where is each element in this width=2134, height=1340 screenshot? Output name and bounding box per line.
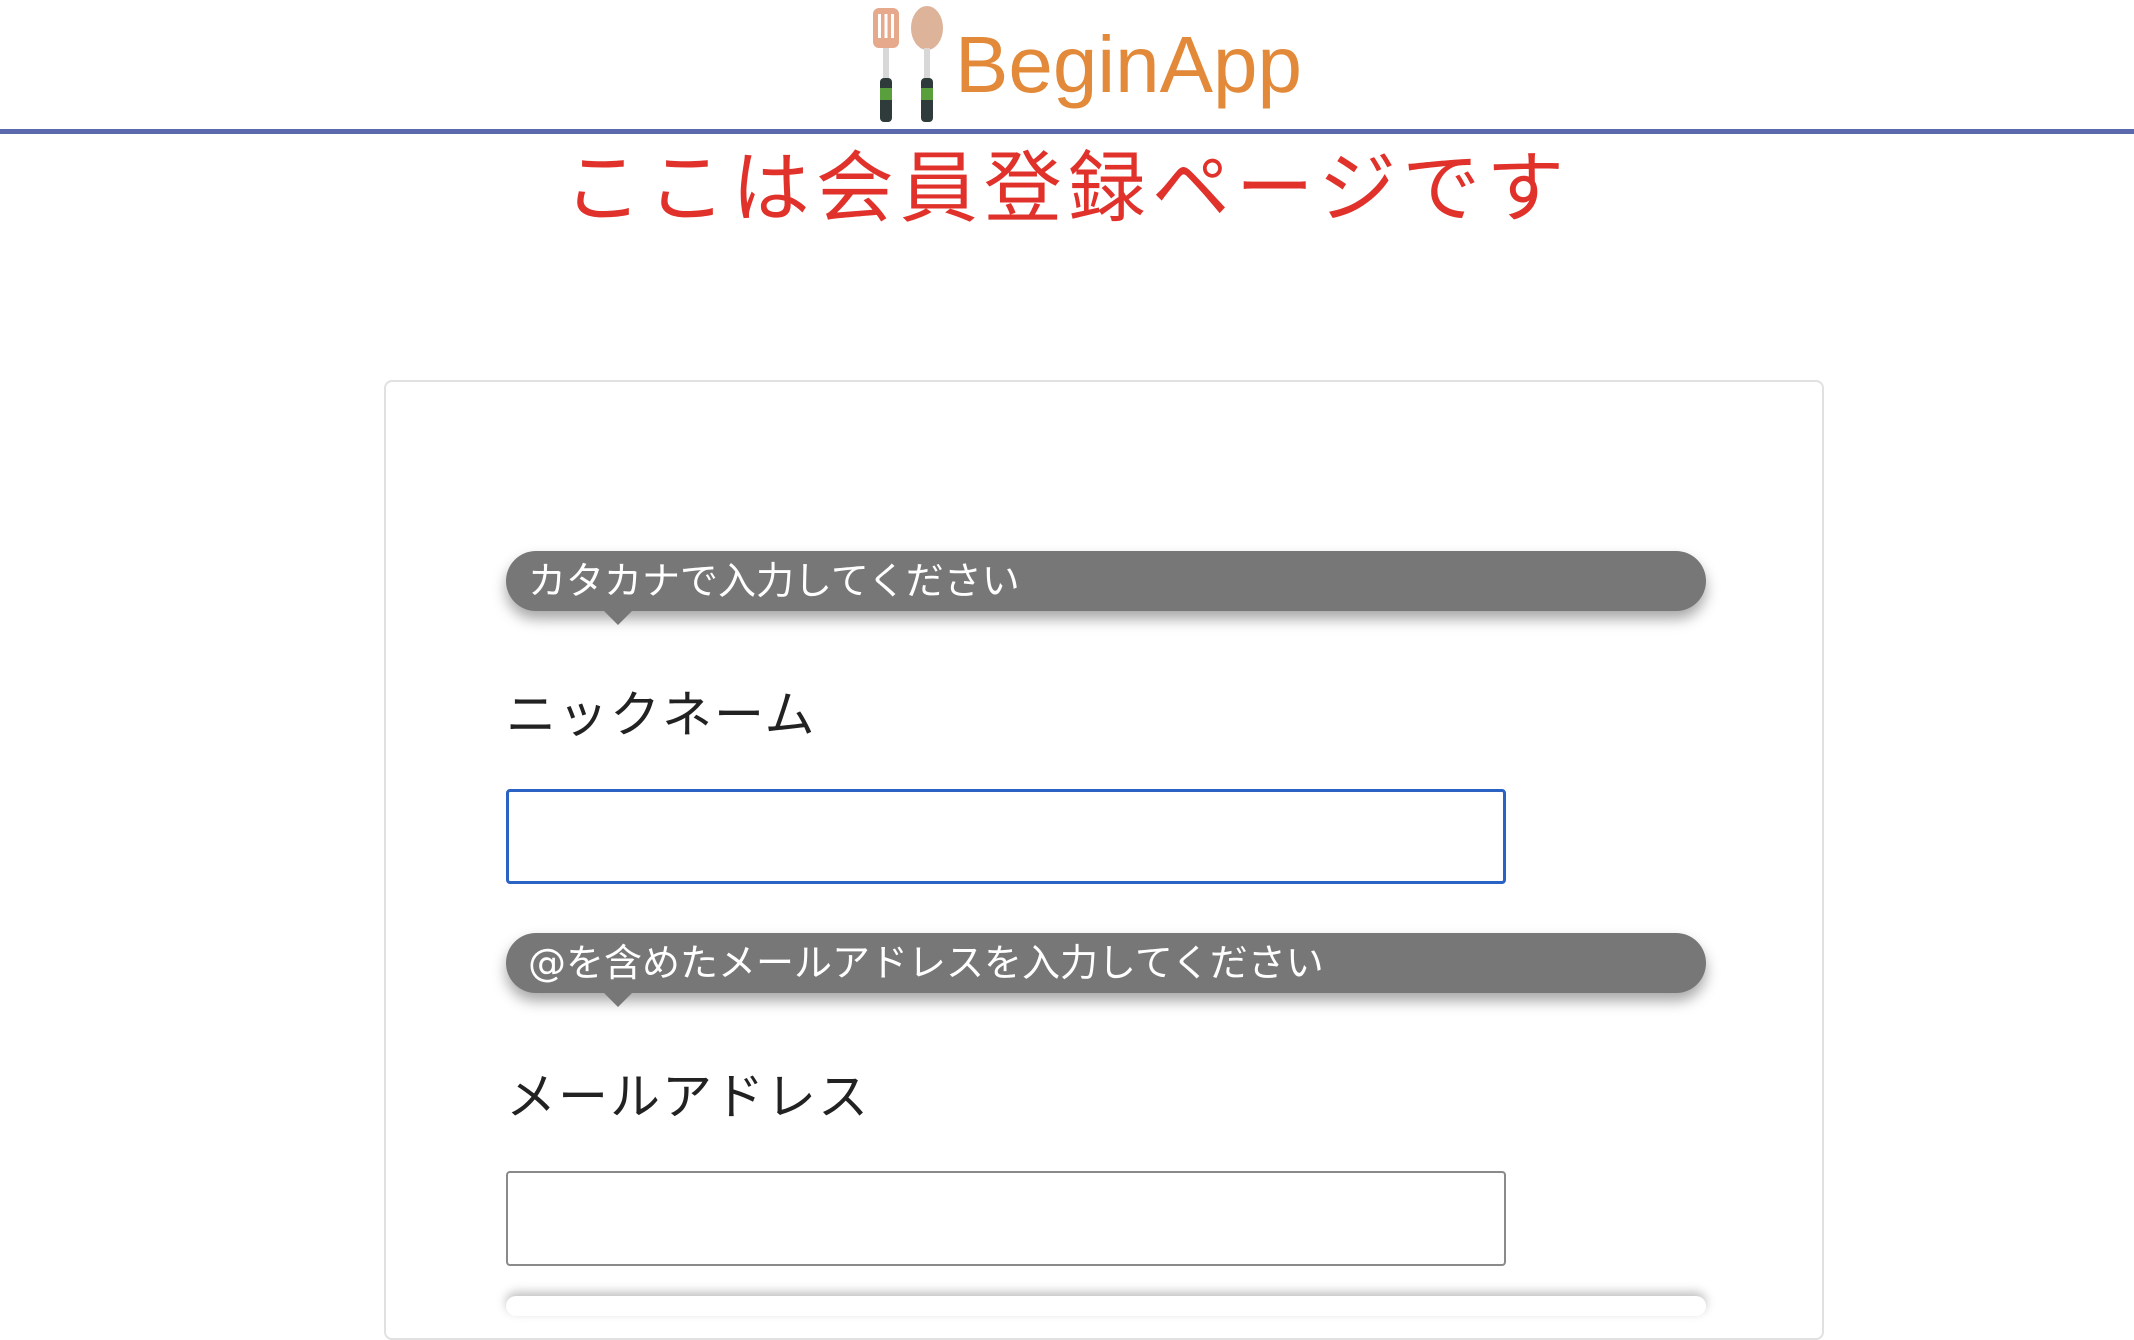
brand-logo[interactable]: BeginApp xyxy=(855,0,1302,130)
cooking-utensils-icon xyxy=(873,6,943,122)
brand-name: BeginApp xyxy=(955,20,1302,109)
email-hint-tooltip: @を含めたメールアドレスを入力してください xyxy=(506,933,1706,1007)
nickname-label: ニックネーム xyxy=(506,686,817,744)
site-header: BeginApp xyxy=(0,0,2134,134)
page-title: ここは会員登録ページです xyxy=(563,144,1571,234)
email-label: メールアドレス xyxy=(506,1068,870,1126)
nickname-hint-tooltip: カタカナで入力してください xyxy=(506,551,1706,625)
email-input[interactable] xyxy=(506,1171,1506,1266)
nickname-input[interactable] xyxy=(506,789,1506,884)
next-hint-tooltip-edge xyxy=(506,1296,1706,1316)
